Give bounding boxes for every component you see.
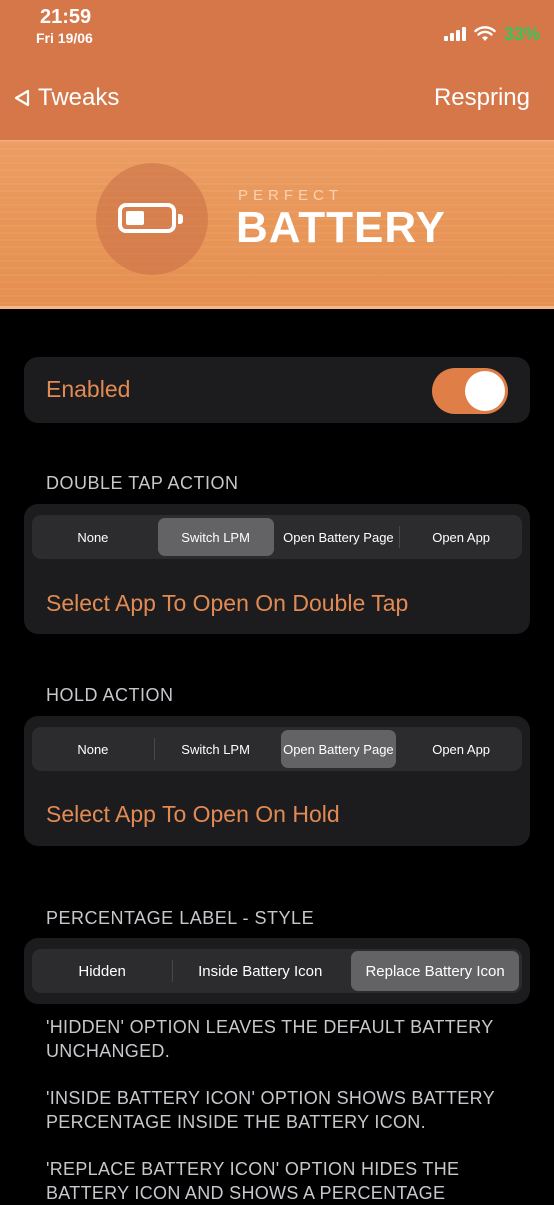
hold-option-none[interactable]: None [35, 730, 151, 768]
battery-logo-icon [118, 203, 183, 233]
percentage-style-header: PERCENTAGE LABEL - STYLE [46, 908, 315, 928]
hold-segmented-control: None Switch LPM Open Battery Page Open A… [32, 727, 522, 771]
double-tap-option-none[interactable]: None [35, 518, 151, 556]
back-button-label: Tweaks [38, 84, 120, 111]
percentage-option-inside-battery-icon[interactable]: Inside Battery Icon [176, 951, 344, 991]
tweak-banner: PERFECT BATTERY [0, 140, 554, 309]
back-button[interactable]: Tweaks [12, 84, 119, 112]
hold-option-switch-lpm[interactable]: Switch LPM [158, 730, 274, 768]
percentage-option-replace-battery-icon[interactable]: Replace Battery Icon [351, 951, 519, 991]
percentage-option-hidden[interactable]: Hidden [35, 951, 169, 991]
select-app-hold-link[interactable]: Select App To Open On Hold [46, 801, 340, 828]
double-tap-header: DOUBLE TAP ACTION [46, 473, 239, 493]
hold-action-header: HOLD ACTION [46, 685, 174, 705]
respring-button[interactable]: Respring [434, 84, 530, 112]
status-date: Fri 19/06 [36, 30, 93, 46]
percentage-segmented-control: Hidden Inside Battery Icon Replace Batte… [32, 949, 522, 993]
double-tap-segmented-control: None Switch LPM Open Battery Page Open A… [32, 515, 522, 559]
hold-option-open-app[interactable]: Open App [403, 730, 519, 768]
footer-note-inside: 'INSIDE BATTERY ICON' OPTION SHOWS BATTE… [46, 1088, 495, 1132]
wifi-icon [474, 26, 496, 41]
banner-title: BATTERY [236, 203, 446, 252]
enabled-toggle[interactable] [432, 368, 508, 414]
footer-note-replace: 'REPLACE BATTERY ICON' OPTION HIDES THE … [46, 1159, 460, 1203]
battery-percentage: 33% [503, 23, 540, 44]
double-tap-option-open-app[interactable]: Open App [403, 518, 519, 556]
status-indicators: 33% [443, 23, 540, 44]
enabled-label: Enabled [46, 376, 131, 402]
back-chevron-icon [14, 89, 30, 107]
cellular-signal-icon [443, 27, 466, 41]
double-tap-option-open-battery-page[interactable]: Open Battery Page [281, 518, 397, 556]
status-time: 21:59 [40, 6, 92, 28]
footer-note-hidden: 'HIDDEN' OPTION LEAVES THE DEFAULT BATTE… [46, 1017, 494, 1061]
enabled-row: Enabled [24, 357, 530, 423]
select-app-double-tap-link[interactable]: Select App To Open On Double Tap [46, 590, 408, 617]
percentage-style-card: Hidden Inside Battery Icon Replace Batte… [24, 938, 530, 1004]
nav-header: 21:59 Fri 19/06 33% Tweaks Respring [0, 0, 554, 140]
logo [96, 163, 208, 275]
double-tap-option-switch-lpm[interactable]: Switch LPM [157, 518, 274, 556]
banner-subtitle: PERFECT [238, 187, 344, 204]
hold-option-open-battery-page[interactable]: Open Battery Page [280, 730, 397, 768]
